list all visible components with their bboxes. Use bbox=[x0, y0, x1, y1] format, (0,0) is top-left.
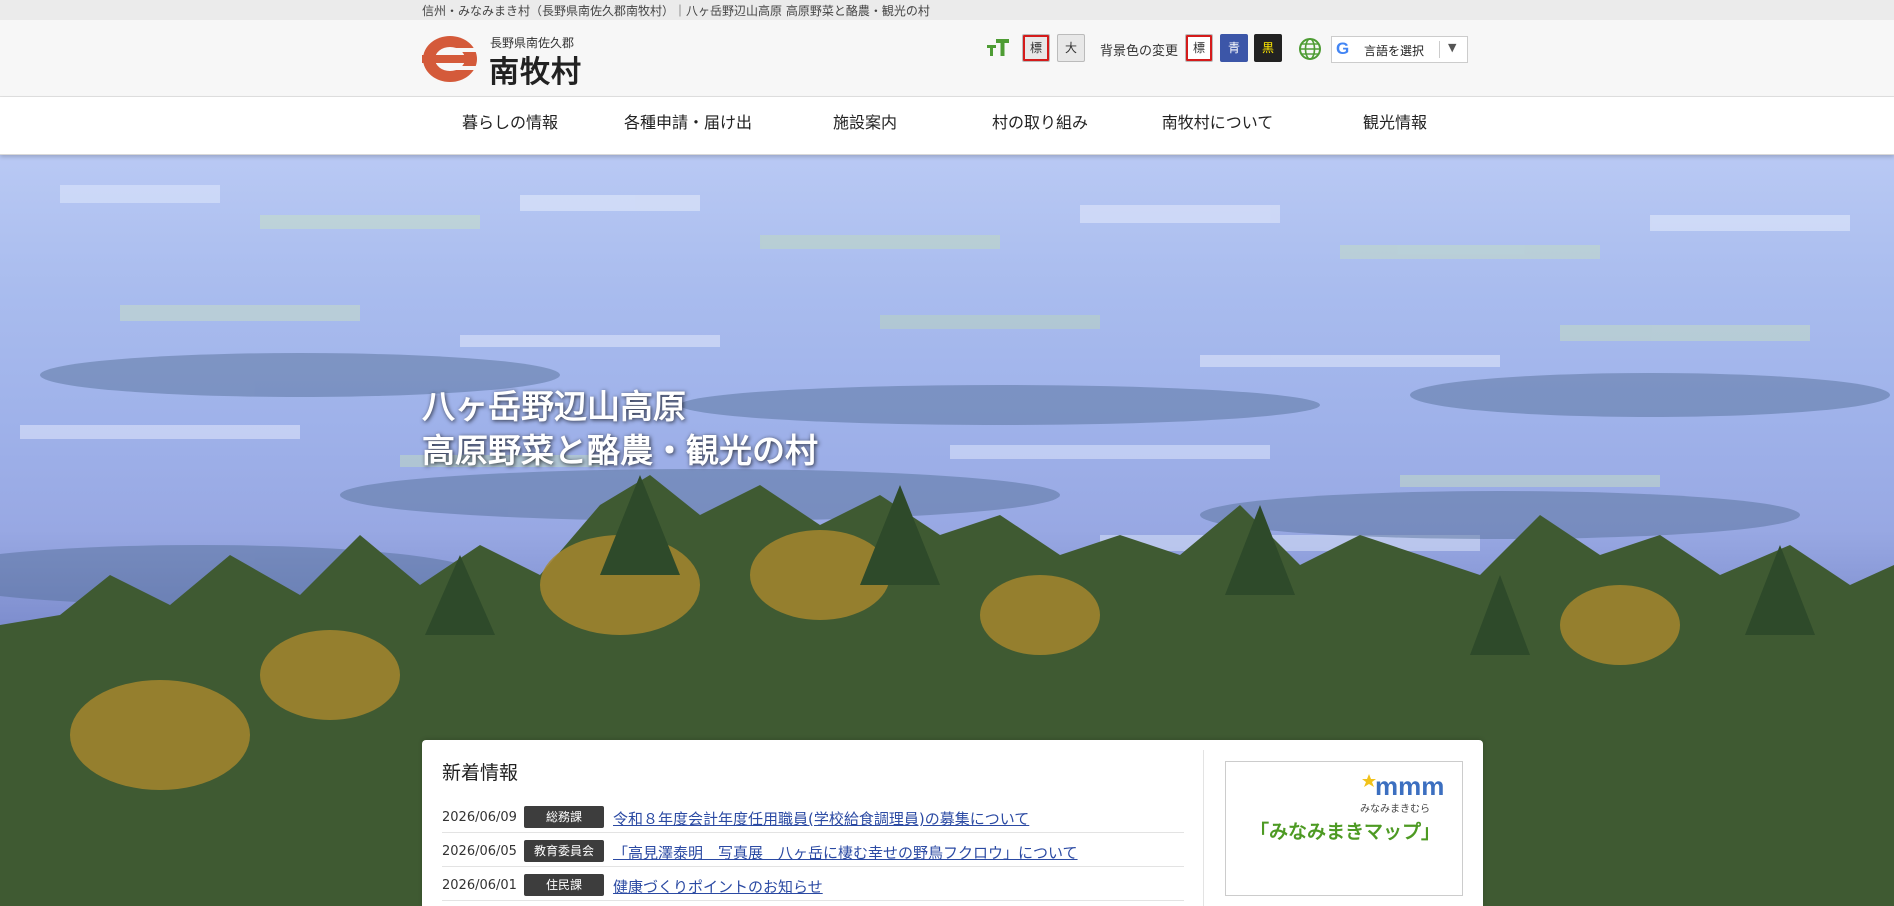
map-banner-label: 「みなみまきマップ」 bbox=[1250, 821, 1441, 843]
news-link[interactable]: 令和８年度会計年度任用職員(学校給食調理員)の募集について bbox=[613, 808, 1029, 829]
news-dept-badge: 教育委員会 bbox=[524, 840, 604, 862]
nav-item-applications[interactable]: 各種申請・届け出 bbox=[613, 97, 763, 155]
main-navigation: 暮らしの情報 各種申請・届け出 施設案内 村の取り組み 南牧村について 観光情報 bbox=[0, 97, 1894, 155]
bg-black-button[interactable]: 黒 bbox=[1254, 34, 1282, 62]
nav-item-initiatives[interactable]: 村の取り組み bbox=[980, 97, 1100, 155]
news-date: 2026/06/05 bbox=[442, 844, 517, 859]
news-date: 2026/06/01 bbox=[442, 878, 517, 893]
news-item: 2026/06/05 教育委員会 「高見澤泰明 写真展 八ヶ岳に棲む幸せの野鳥フ… bbox=[442, 834, 1184, 867]
news-dept-badge: 住民課 bbox=[524, 874, 604, 896]
hero-tagline-line1: 八ヶ岳野辺山高原 bbox=[422, 387, 686, 426]
site-tagline-strip: 信州・みなみまき村（長野県南佐久郡南牧村）｜八ヶ岳野辺山高原 高原野菜と酪農・観… bbox=[0, 0, 1894, 20]
news-dept-badge: 総務課 bbox=[524, 806, 604, 828]
news-panel: 新着情報 2026/06/09 総務課 令和８年度会計年度任用職員(学校給食調理… bbox=[422, 740, 1483, 906]
site-header: 長野県南佐久郡 南牧村 bbox=[0, 20, 1894, 97]
nav-item-facilities[interactable]: 施設案内 bbox=[815, 97, 915, 155]
language-select[interactable]: G 言語を選択 ▼ bbox=[1331, 36, 1468, 63]
text-size-standard-button[interactable]: 標 bbox=[1022, 34, 1050, 62]
chevron-down-icon: ▼ bbox=[1448, 41, 1457, 54]
mmm-logo-text: mmm bbox=[1375, 771, 1444, 798]
news-divider bbox=[1203, 750, 1204, 906]
google-icon: G bbox=[1336, 39, 1350, 58]
site-logo[interactable]: 長野県南佐久郡 南牧村 bbox=[422, 32, 592, 90]
news-title: 新着情報 bbox=[442, 762, 519, 784]
map-banner-subtitle: みなみまきむら bbox=[1360, 804, 1430, 815]
map-banner[interactable]: mmm みなみまきむら 「みなみまきマップ」 bbox=[1225, 761, 1463, 896]
text-size-icon bbox=[987, 39, 1009, 56]
globe-icon bbox=[1299, 38, 1321, 60]
hero-tagline-line2: 高原野菜と酪農・観光の村 bbox=[422, 431, 818, 470]
nav-item-tourism[interactable]: 観光情報 bbox=[1345, 97, 1445, 155]
text-size-large-button[interactable]: 大 bbox=[1057, 34, 1085, 62]
bg-standard-button[interactable]: 標 bbox=[1185, 34, 1213, 62]
bg-color-label: 背景色の変更 bbox=[1100, 44, 1179, 59]
mmm-logo-icon: mmm bbox=[1362, 771, 1444, 798]
hero-tagline: 八ヶ岳野辺山高原 高原野菜と酪農・観光の村 bbox=[422, 385, 818, 473]
language-select-divider bbox=[1439, 41, 1440, 58]
news-link[interactable]: 「高見澤泰明 写真展 八ヶ岳に棲む幸せの野鳥フクロウ」について bbox=[613, 842, 1078, 863]
nav-item-about[interactable]: 南牧村について bbox=[1150, 97, 1285, 155]
site-tagline: 信州・みなみまき村（長野県南佐久郡南牧村）｜八ヶ岳野辺山高原 高原野菜と酪農・観… bbox=[422, 4, 930, 18]
nav-item-living[interactable]: 暮らしの情報 bbox=[455, 97, 565, 155]
logo-village-name: 南牧村 bbox=[489, 55, 582, 90]
village-emblem-icon bbox=[422, 36, 478, 82]
bg-blue-button[interactable]: 青 bbox=[1220, 34, 1248, 62]
news-link[interactable]: 健康づくりポイントのお知らせ bbox=[613, 876, 823, 897]
news-item: 2026/06/09 総務課 令和８年度会計年度任用職員(学校給食調理員)の募集… bbox=[442, 800, 1184, 833]
news-item: 2026/06/01 住民課 健康づくりポイントのお知らせ bbox=[442, 868, 1184, 901]
language-select-label: 言語を選択 bbox=[1364, 44, 1425, 58]
news-date: 2026/06/09 bbox=[442, 810, 517, 825]
